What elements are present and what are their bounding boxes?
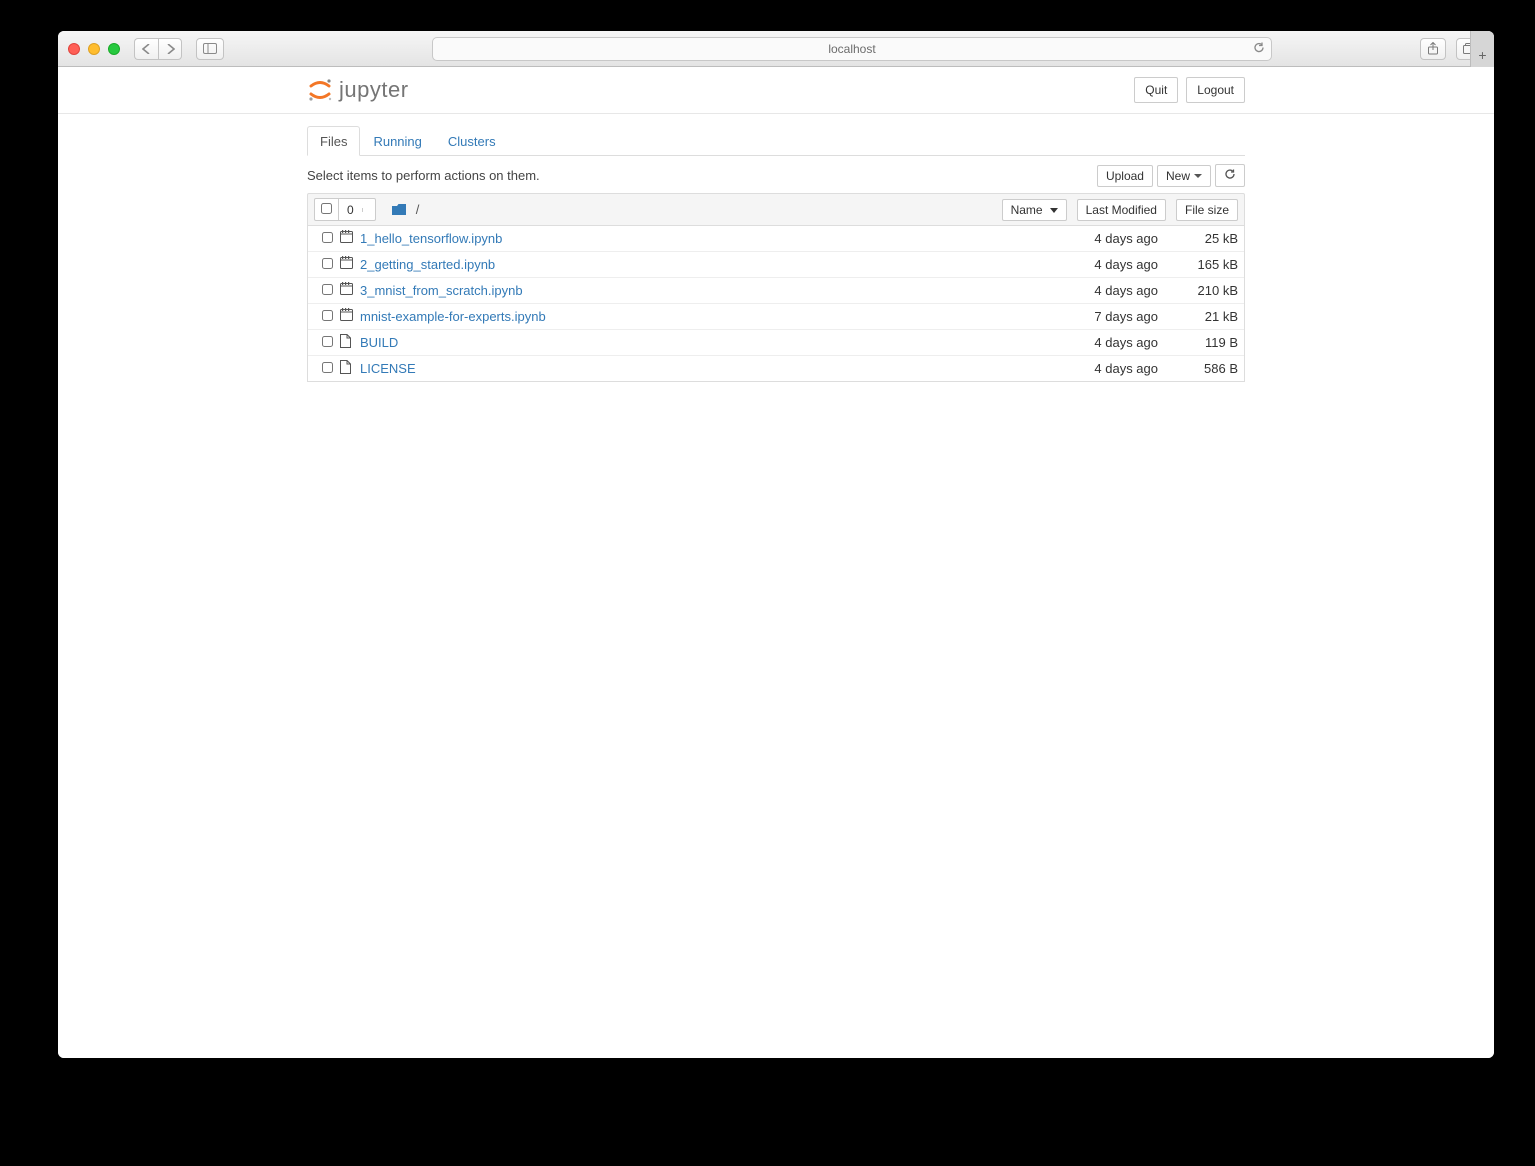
address-bar-text: localhost (828, 42, 875, 56)
refresh-icon (1224, 168, 1236, 180)
row-checkbox[interactable] (314, 231, 340, 246)
file-link[interactable]: 1_hello_tensorflow.ipynb (360, 231, 502, 246)
file-link[interactable]: 2_getting_started.ipynb (360, 257, 495, 272)
brand-text: jupyter (339, 77, 409, 103)
tab-files[interactable]: Files (307, 126, 360, 156)
browser-window: localhost + (58, 31, 1494, 1058)
file-row: BUILD 4 days ago119 B (308, 330, 1244, 356)
window-controls (68, 43, 120, 55)
sidebar-icon (203, 43, 217, 54)
notebook-icon (340, 256, 360, 273)
select-dropdown[interactable] (362, 208, 375, 212)
file-icon (340, 360, 360, 377)
upload-button[interactable]: Upload (1097, 165, 1153, 187)
row-checkbox[interactable] (314, 309, 340, 324)
page: jupyter Quit Logout Files Running Cluste… (58, 67, 1494, 1058)
minimize-window-button[interactable] (88, 43, 100, 55)
notebook-icon (340, 230, 360, 247)
quit-button[interactable]: Quit (1134, 77, 1178, 103)
logout-button[interactable]: Logout (1186, 77, 1245, 103)
row-checkbox[interactable] (314, 335, 340, 350)
file-size: 210 kB (1158, 283, 1238, 298)
file-size: 25 kB (1158, 231, 1238, 246)
sort-name-label: Name (1011, 203, 1043, 217)
new-dropdown[interactable]: New (1157, 165, 1211, 187)
selected-count: 0 (339, 203, 362, 217)
page-header: jupyter Quit Logout (58, 67, 1494, 114)
file-size: 165 kB (1158, 257, 1238, 272)
toolbar-hint: Select items to perform actions on them. (307, 168, 540, 183)
file-icon (340, 334, 360, 351)
file-row: 2_getting_started.ipynb 4 days ago165 kB (308, 252, 1244, 278)
tab-clusters[interactable]: Clusters (435, 126, 509, 156)
sort-name-button[interactable]: Name (1002, 199, 1067, 221)
sort-modified-button[interactable]: Last Modified (1077, 199, 1166, 221)
file-size: 586 B (1158, 361, 1238, 376)
main-tabs: Files Running Clusters (307, 126, 1245, 156)
row-checkbox[interactable] (314, 283, 340, 298)
file-modified: 4 days ago (1048, 257, 1158, 272)
sort-size-button[interactable]: File size (1176, 199, 1238, 221)
sidebar-toggle-button[interactable] (196, 38, 224, 60)
reload-button[interactable] (1253, 41, 1265, 56)
refresh-list-button[interactable] (1215, 164, 1245, 187)
file-size: 21 kB (1158, 309, 1238, 324)
file-list: 1_hello_tensorflow.ipynb4 days ago25 kB2… (307, 226, 1245, 382)
arrow-down-icon (1047, 203, 1058, 217)
file-row: 1_hello_tensorflow.ipynb 4 days ago25 kB (308, 226, 1244, 252)
jupyter-logo-icon (307, 77, 333, 103)
chevron-right-icon (166, 44, 175, 54)
toolbar: Select items to perform actions on them.… (307, 164, 1245, 187)
file-link[interactable]: LICENSE (360, 361, 416, 376)
file-link[interactable]: BUILD (360, 335, 398, 350)
new-label: New (1166, 169, 1190, 183)
reload-icon (1253, 41, 1265, 53)
select-all-checkbox[interactable] (315, 199, 339, 220)
row-checkbox[interactable] (314, 361, 340, 376)
file-size: 119 B (1158, 335, 1238, 350)
file-link[interactable]: mnist-example-for-experts.ipynb (360, 309, 546, 324)
jupyter-logo[interactable]: jupyter (307, 73, 409, 107)
file-link[interactable]: 3_mnist_from_scratch.ipynb (360, 283, 523, 298)
breadcrumb-root[interactable]: / (416, 202, 420, 217)
back-button[interactable] (134, 38, 158, 60)
forward-button[interactable] (158, 38, 182, 60)
chevron-left-icon (142, 44, 151, 54)
file-row: mnist-example-for-experts.ipynb 7 days ag… (308, 304, 1244, 330)
row-checkbox[interactable] (314, 257, 340, 272)
file-modified: 4 days ago (1048, 361, 1158, 376)
share-icon (1427, 42, 1439, 55)
new-tab-button[interactable]: + (1470, 31, 1494, 67)
notebook-icon (340, 282, 360, 299)
list-header: 0 / Name Last Modified File size (307, 193, 1245, 226)
file-row: 3_mnist_from_scratch.ipynb 4 days ago210 … (308, 278, 1244, 304)
file-modified: 7 days ago (1048, 309, 1158, 324)
share-button[interactable] (1420, 38, 1446, 60)
select-all-group: 0 (314, 198, 376, 221)
file-modified: 4 days ago (1048, 231, 1158, 246)
browser-titlebar: localhost + (58, 31, 1494, 67)
file-row: LICENSE 4 days ago586 B (308, 356, 1244, 381)
address-bar[interactable]: localhost (432, 37, 1272, 61)
file-modified: 4 days ago (1048, 283, 1158, 298)
zoom-window-button[interactable] (108, 43, 120, 55)
nav-back-forward (134, 38, 182, 60)
file-modified: 4 days ago (1048, 335, 1158, 350)
caret-down-icon (1190, 169, 1202, 183)
tab-running[interactable]: Running (360, 126, 434, 156)
close-window-button[interactable] (68, 43, 80, 55)
notebook-icon (340, 308, 360, 325)
folder-icon[interactable] (392, 204, 406, 216)
